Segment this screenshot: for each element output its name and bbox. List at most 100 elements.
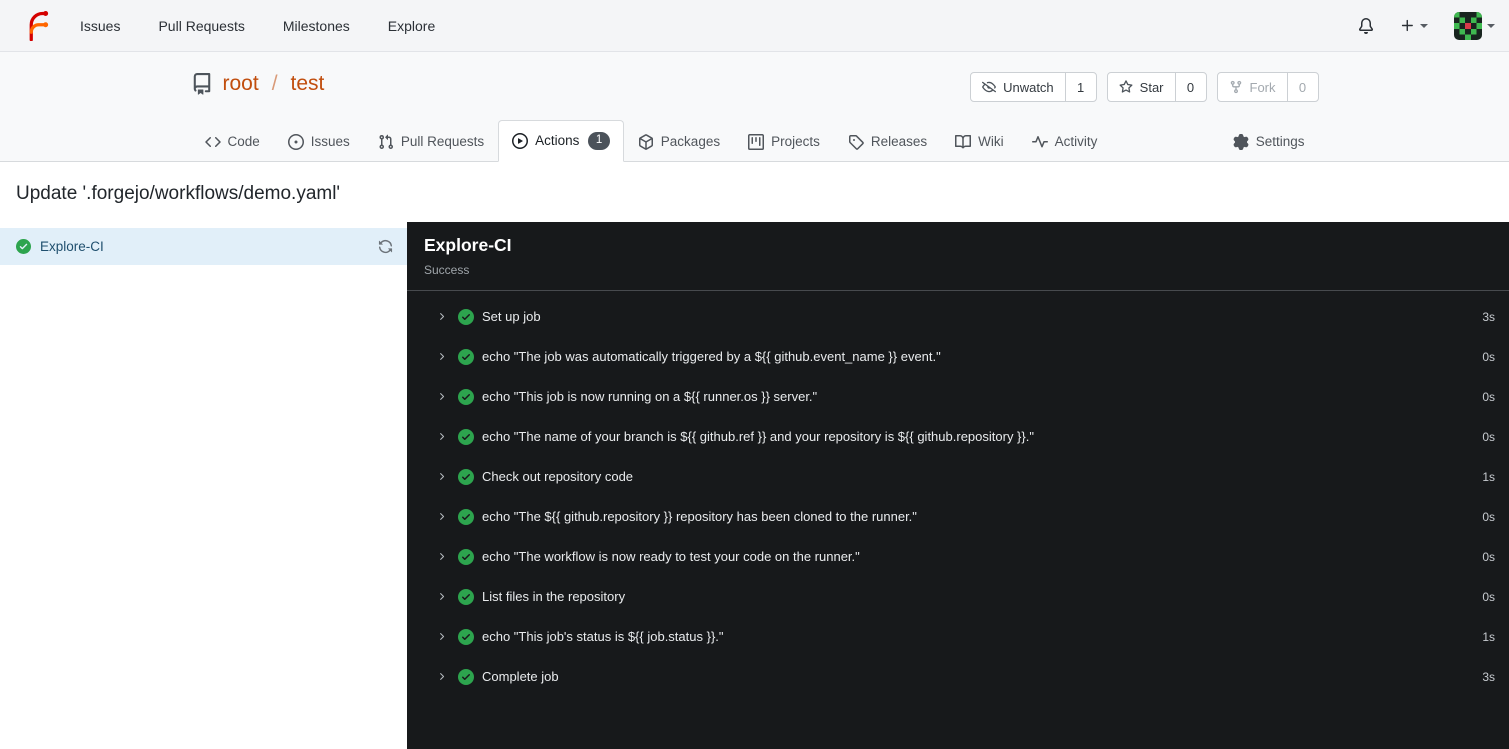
step-row-7[interactable]: echo "The workflow is now ready to test …: [407, 537, 1509, 577]
fork-icon: [1229, 80, 1243, 94]
code-icon: [204, 134, 221, 150]
step-name: List files in the repository: [482, 589, 626, 604]
nav-item-milestones[interactable]: Milestones: [283, 18, 350, 34]
tab-activity[interactable]: Activity: [1018, 122, 1112, 162]
nav-right: [1358, 11, 1495, 40]
chevron-right-icon[interactable]: [436, 511, 447, 522]
repo-tabs: Code Issues Pull Requests Actions 1 Packages P…: [191, 120, 1319, 162]
step-row-1[interactable]: Set up job 3s: [407, 297, 1509, 337]
step-row-6[interactable]: echo "The ${{ github.repository }} repos…: [407, 497, 1509, 537]
tag-icon: [848, 134, 864, 150]
tab-label: Projects: [771, 134, 820, 149]
tab-packages[interactable]: Packages: [624, 122, 734, 162]
check-circle-icon: [458, 628, 474, 645]
package-icon: [638, 133, 654, 150]
step-name: Set up job: [482, 309, 541, 324]
play-circle-icon: [512, 132, 529, 149]
job-title: Explore-CI: [424, 234, 512, 255]
step-row-2[interactable]: echo "The job was automatically triggere…: [407, 337, 1509, 377]
unwatch-button[interactable]: Unwatch: [970, 72, 1066, 102]
tab-issues[interactable]: Issues: [274, 122, 364, 162]
tab-pull-requests[interactable]: Pull Requests: [364, 122, 498, 162]
forgejo-logo[interactable]: [20, 10, 50, 41]
bell-icon: [1358, 17, 1374, 34]
fork-button-group: Fork 0: [1216, 72, 1319, 102]
check-circle-icon: [458, 348, 474, 365]
step-row-4[interactable]: echo "The name of your branch is ${{ git…: [407, 417, 1509, 457]
caret-down-icon: [1487, 23, 1495, 28]
rerun-icon[interactable]: [378, 239, 393, 254]
step-row-10[interactable]: Complete job 3s: [407, 657, 1509, 697]
job-name: Explore-CI: [40, 238, 104, 254]
job-item-explore-ci[interactable]: Explore-CI: [0, 227, 407, 265]
step-row-9[interactable]: echo "This job's status is ${{ job.statu…: [407, 617, 1509, 657]
tab-label: Actions: [535, 133, 580, 149]
tab-code[interactable]: Code: [191, 122, 274, 162]
top-navbar: Issues Pull Requests Milestones Explore: [0, 0, 1509, 52]
step-name: echo "The job was automatically triggere…: [482, 349, 941, 364]
user-avatar: [1454, 11, 1482, 40]
star-button-group: Star 0: [1106, 72, 1207, 102]
nav-item-issues[interactable]: Issues: [80, 18, 120, 34]
job-status-text: Success: [424, 262, 470, 277]
issue-icon: [287, 133, 304, 150]
step-row-8[interactable]: List files in the repository 0s: [407, 577, 1509, 617]
repo-name-link[interactable]: test: [291, 72, 325, 96]
plus-icon: [1400, 18, 1415, 33]
star-button[interactable]: Star: [1106, 72, 1176, 102]
chevron-right-icon[interactable]: [436, 671, 447, 682]
step-name: echo "This job's status is ${{ job.statu…: [482, 629, 724, 644]
check-circle-icon: [458, 548, 474, 565]
chevron-right-icon[interactable]: [436, 391, 447, 402]
tab-label: Issues: [310, 134, 350, 149]
fork-button[interactable]: Fork: [1216, 72, 1288, 102]
step-duration: 0s: [1482, 589, 1495, 604]
chevron-right-icon[interactable]: [436, 471, 447, 482]
user-menu-button[interactable]: [1454, 11, 1495, 40]
unwatch-count[interactable]: 1: [1064, 72, 1097, 102]
step-name: echo "The name of your branch is ${{ git…: [482, 429, 1034, 444]
unwatch-label: Unwatch: [1003, 79, 1054, 95]
step-row-3[interactable]: echo "This job is now running on a ${{ r…: [407, 377, 1509, 417]
check-circle-icon: [458, 468, 474, 485]
star-count[interactable]: 0: [1174, 72, 1207, 102]
step-duration: 1s: [1482, 629, 1495, 644]
chevron-right-icon[interactable]: [436, 551, 447, 562]
chevron-right-icon[interactable]: [436, 591, 447, 602]
create-new-button[interactable]: [1400, 18, 1428, 33]
tab-label: Packages: [660, 134, 721, 149]
step-duration: 0s: [1482, 509, 1495, 524]
check-circle-icon: [458, 308, 474, 325]
nav-item-explore[interactable]: Explore: [388, 18, 435, 34]
repo-book-icon: [191, 73, 213, 95]
nav-item-pull-requests[interactable]: Pull Requests: [158, 18, 244, 34]
actions-count-badge: 1: [588, 132, 610, 150]
step-duration: 0s: [1482, 429, 1495, 444]
project-icon: [748, 133, 765, 150]
tab-wiki[interactable]: Wiki: [941, 122, 1018, 162]
job-log-panel: Explore-CI Success Set up job 3s echo "The…: [407, 221, 1509, 749]
chevron-right-icon[interactable]: [436, 311, 447, 322]
pulse-icon: [1031, 134, 1048, 150]
fork-count[interactable]: 0: [1286, 72, 1319, 102]
repo-owner-link[interactable]: root: [223, 72, 259, 96]
tab-settings[interactable]: Settings: [1219, 122, 1319, 162]
tab-releases[interactable]: Releases: [834, 122, 941, 162]
tab-label: Settings: [1255, 134, 1305, 149]
fork-label: Fork: [1249, 79, 1276, 95]
step-duration: 3s: [1482, 669, 1495, 684]
star-icon: [1119, 80, 1133, 94]
chevron-right-icon[interactable]: [436, 631, 447, 642]
step-name: echo "The workflow is now ready to test …: [482, 549, 860, 564]
tab-projects[interactable]: Projects: [734, 122, 834, 162]
step-row-5[interactable]: Check out repository code 1s: [407, 457, 1509, 497]
tab-label: Releases: [870, 134, 928, 149]
book-icon: [955, 134, 972, 150]
tab-actions[interactable]: Actions 1: [498, 120, 624, 162]
notifications-button[interactable]: [1358, 17, 1374, 34]
tab-label: Activity: [1054, 134, 1098, 149]
chevron-right-icon[interactable]: [436, 431, 447, 442]
step-name: echo "This job is now running on a ${{ r…: [482, 389, 818, 404]
chevron-right-icon[interactable]: [436, 351, 447, 362]
step-name: Check out repository code: [482, 469, 634, 484]
